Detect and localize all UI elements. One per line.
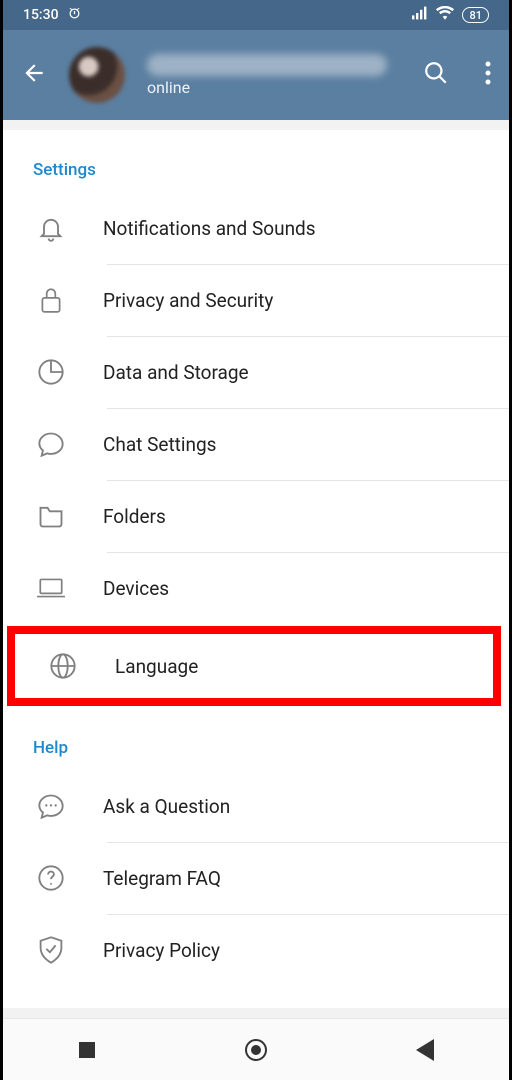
user-block[interactable]: online — [147, 54, 401, 97]
wifi-icon — [436, 6, 454, 24]
globe-icon — [47, 652, 79, 680]
shield-check-icon — [35, 935, 67, 965]
help-item-ask-question[interactable]: Ask a Question — [3, 770, 509, 842]
settings-content[interactable]: Settings Notifications and Sounds Privac… — [3, 130, 509, 1008]
section-gap — [3, 120, 509, 130]
bottom-gap — [3, 1008, 509, 1018]
settings-item-devices[interactable]: Devices — [3, 552, 509, 624]
folder-icon — [35, 503, 67, 529]
settings-item-chat-settings[interactable]: Chat Settings — [3, 408, 509, 480]
row-label: Folders — [103, 505, 166, 528]
question-circle-icon — [35, 864, 67, 892]
battery-indicator: 81 — [462, 7, 489, 23]
clock-text: 15:30 — [23, 7, 59, 23]
row-label: Privacy and Security — [103, 289, 273, 312]
alarm-icon — [67, 6, 82, 25]
app-header: online — [3, 30, 509, 120]
settings-item-data-storage[interactable]: Data and Storage — [3, 336, 509, 408]
section-title-help: Help — [3, 708, 509, 770]
home-button[interactable] — [243, 1037, 269, 1063]
bell-icon — [35, 214, 67, 242]
more-menu-button[interactable] — [485, 61, 491, 89]
settings-item-folders[interactable]: Folders — [3, 480, 509, 552]
avatar[interactable] — [69, 47, 125, 103]
row-label: Data and Storage — [103, 361, 249, 384]
chat-dots-icon — [35, 792, 67, 820]
row-label: Chat Settings — [103, 433, 216, 456]
signal-icon — [412, 6, 428, 24]
settings-item-language[interactable]: Language — [15, 634, 493, 698]
user-status: online — [147, 78, 401, 97]
chat-bubble-icon — [35, 430, 67, 458]
pie-chart-icon — [35, 358, 67, 386]
lock-icon — [35, 286, 67, 314]
row-label: Language — [115, 655, 198, 678]
back-nav-button[interactable] — [412, 1037, 438, 1063]
section-title-settings: Settings — [3, 130, 509, 192]
battery-text: 81 — [469, 9, 482, 22]
laptop-icon — [35, 576, 67, 600]
help-item-privacy-policy[interactable]: Privacy Policy — [3, 914, 509, 986]
row-label: Telegram FAQ — [103, 867, 221, 890]
settings-item-privacy[interactable]: Privacy and Security — [3, 264, 509, 336]
back-button[interactable] — [21, 60, 47, 90]
help-item-faq[interactable]: Telegram FAQ — [3, 842, 509, 914]
row-label: Notifications and Sounds — [103, 217, 316, 240]
row-label: Ask a Question — [103, 795, 230, 818]
row-label: Devices — [103, 577, 169, 600]
row-label: Privacy Policy — [103, 939, 220, 962]
settings-item-notifications[interactable]: Notifications and Sounds — [3, 192, 509, 264]
android-nav-bar — [3, 1018, 509, 1080]
search-button[interactable] — [423, 60, 449, 90]
status-bar: 15:30 81 — [3, 0, 509, 30]
highlighted-language-box: Language — [7, 626, 501, 706]
user-name-blurred — [147, 54, 387, 76]
recents-button[interactable] — [74, 1037, 100, 1063]
